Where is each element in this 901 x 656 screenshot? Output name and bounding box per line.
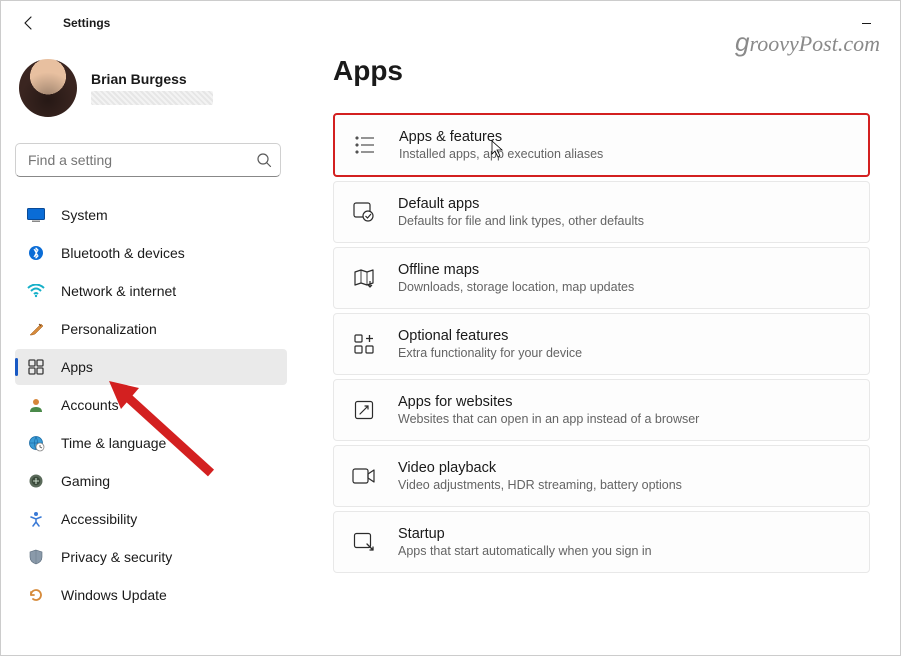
sidebar-item-gaming[interactable]: Gaming	[15, 463, 287, 499]
card-subtitle: Defaults for file and link types, other …	[398, 214, 851, 228]
shield-icon	[27, 548, 45, 566]
wifi-icon	[27, 282, 45, 300]
video-icon	[352, 464, 376, 488]
sidebar-item-label: Personalization	[61, 321, 157, 337]
sidebar-item-label: Apps	[61, 359, 93, 375]
sidebar-item-windows-update[interactable]: Windows Update	[15, 577, 287, 613]
sidebar-item-personalization[interactable]: Personalization	[15, 311, 287, 347]
sidebar-item-accounts[interactable]: Accounts	[15, 387, 287, 423]
cards-list: Apps & features Installed apps, app exec…	[333, 113, 870, 573]
sidebar-item-privacy[interactable]: Privacy & security	[15, 539, 287, 575]
apps-grid-icon	[27, 358, 45, 376]
cursor-icon	[491, 140, 505, 158]
page-title: Apps	[333, 55, 870, 87]
card-offline-maps[interactable]: Offline maps Downloads, storage location…	[333, 247, 870, 309]
main-content: Apps Apps & features Installed apps, app…	[297, 45, 900, 655]
sidebar-item-label: Windows Update	[61, 587, 167, 603]
list-icon	[353, 133, 377, 157]
sidebar-item-label: Gaming	[61, 473, 110, 489]
profile-name: Brian Burgess	[91, 71, 213, 87]
sidebar-item-label: Network & internet	[61, 283, 176, 299]
card-title: Video playback	[398, 460, 851, 476]
person-icon	[27, 396, 45, 414]
card-title: Default apps	[398, 196, 851, 212]
display-icon	[27, 206, 45, 224]
paintbrush-icon	[27, 320, 45, 338]
map-icon	[352, 266, 376, 290]
search-icon	[256, 152, 272, 168]
sidebar-item-label: Time & language	[61, 435, 166, 451]
startup-icon	[352, 530, 376, 554]
globe-clock-icon	[27, 434, 45, 452]
sidebar-item-label: Accessibility	[61, 511, 137, 527]
accessibility-icon	[27, 510, 45, 528]
card-default-apps[interactable]: Default apps Defaults for file and link …	[333, 181, 870, 243]
card-video-playback[interactable]: Video playback Video adjustments, HDR st…	[333, 445, 870, 507]
avatar	[19, 59, 77, 117]
watermark: ggroovyPost.comroovyPost.com	[735, 27, 880, 58]
sidebar-item-system[interactable]: System	[15, 197, 287, 233]
card-apps-for-websites[interactable]: Apps for websites Websites that can open…	[333, 379, 870, 441]
sidebar-item-time-language[interactable]: Time & language	[15, 425, 287, 461]
search-box[interactable]	[15, 143, 281, 177]
card-subtitle: Apps that start automatically when you s…	[398, 544, 851, 558]
sidebar-item-label: Bluetooth & devices	[61, 245, 185, 261]
sidebar-item-network[interactable]: Network & internet	[15, 273, 287, 309]
sidebar-item-apps[interactable]: Apps	[15, 349, 287, 385]
sidebar-item-label: Privacy & security	[61, 549, 172, 565]
arrow-left-icon	[21, 15, 37, 31]
sidebar: Brian Burgess System Bluetooth & devices…	[1, 45, 297, 655]
nav-list: System Bluetooth & devices Network & int…	[15, 197, 287, 613]
card-subtitle: Video adjustments, HDR streaming, batter…	[398, 478, 851, 492]
card-subtitle: Extra functionality for your device	[398, 346, 851, 360]
search-input[interactable]	[28, 152, 256, 168]
sidebar-item-label: Accounts	[61, 397, 119, 413]
gaming-icon	[27, 472, 45, 490]
sidebar-item-accessibility[interactable]: Accessibility	[15, 501, 287, 537]
default-apps-icon	[352, 200, 376, 224]
card-title: Startup	[398, 526, 851, 542]
sidebar-item-bluetooth[interactable]: Bluetooth & devices	[15, 235, 287, 271]
card-apps-features[interactable]: Apps & features Installed apps, app exec…	[333, 113, 870, 177]
window-title: Settings	[63, 16, 110, 30]
profile-block[interactable]: Brian Burgess	[15, 53, 287, 131]
card-title: Apps & features	[399, 129, 850, 145]
app-link-icon	[352, 398, 376, 422]
grid-plus-icon	[352, 332, 376, 356]
card-title: Optional features	[398, 328, 851, 344]
bluetooth-icon	[27, 244, 45, 262]
card-title: Apps for websites	[398, 394, 851, 410]
profile-email-redacted	[91, 91, 213, 105]
sidebar-item-label: System	[61, 207, 108, 223]
card-subtitle: Websites that can open in an app instead…	[398, 412, 851, 426]
card-startup[interactable]: Startup Apps that start automatically wh…	[333, 511, 870, 573]
card-subtitle: Downloads, storage location, map updates	[398, 280, 851, 294]
card-subtitle: Installed apps, app execution aliases	[399, 147, 850, 161]
card-optional-features[interactable]: Optional features Extra functionality fo…	[333, 313, 870, 375]
update-icon	[27, 586, 45, 604]
card-title: Offline maps	[398, 262, 851, 278]
back-button[interactable]	[13, 7, 45, 39]
